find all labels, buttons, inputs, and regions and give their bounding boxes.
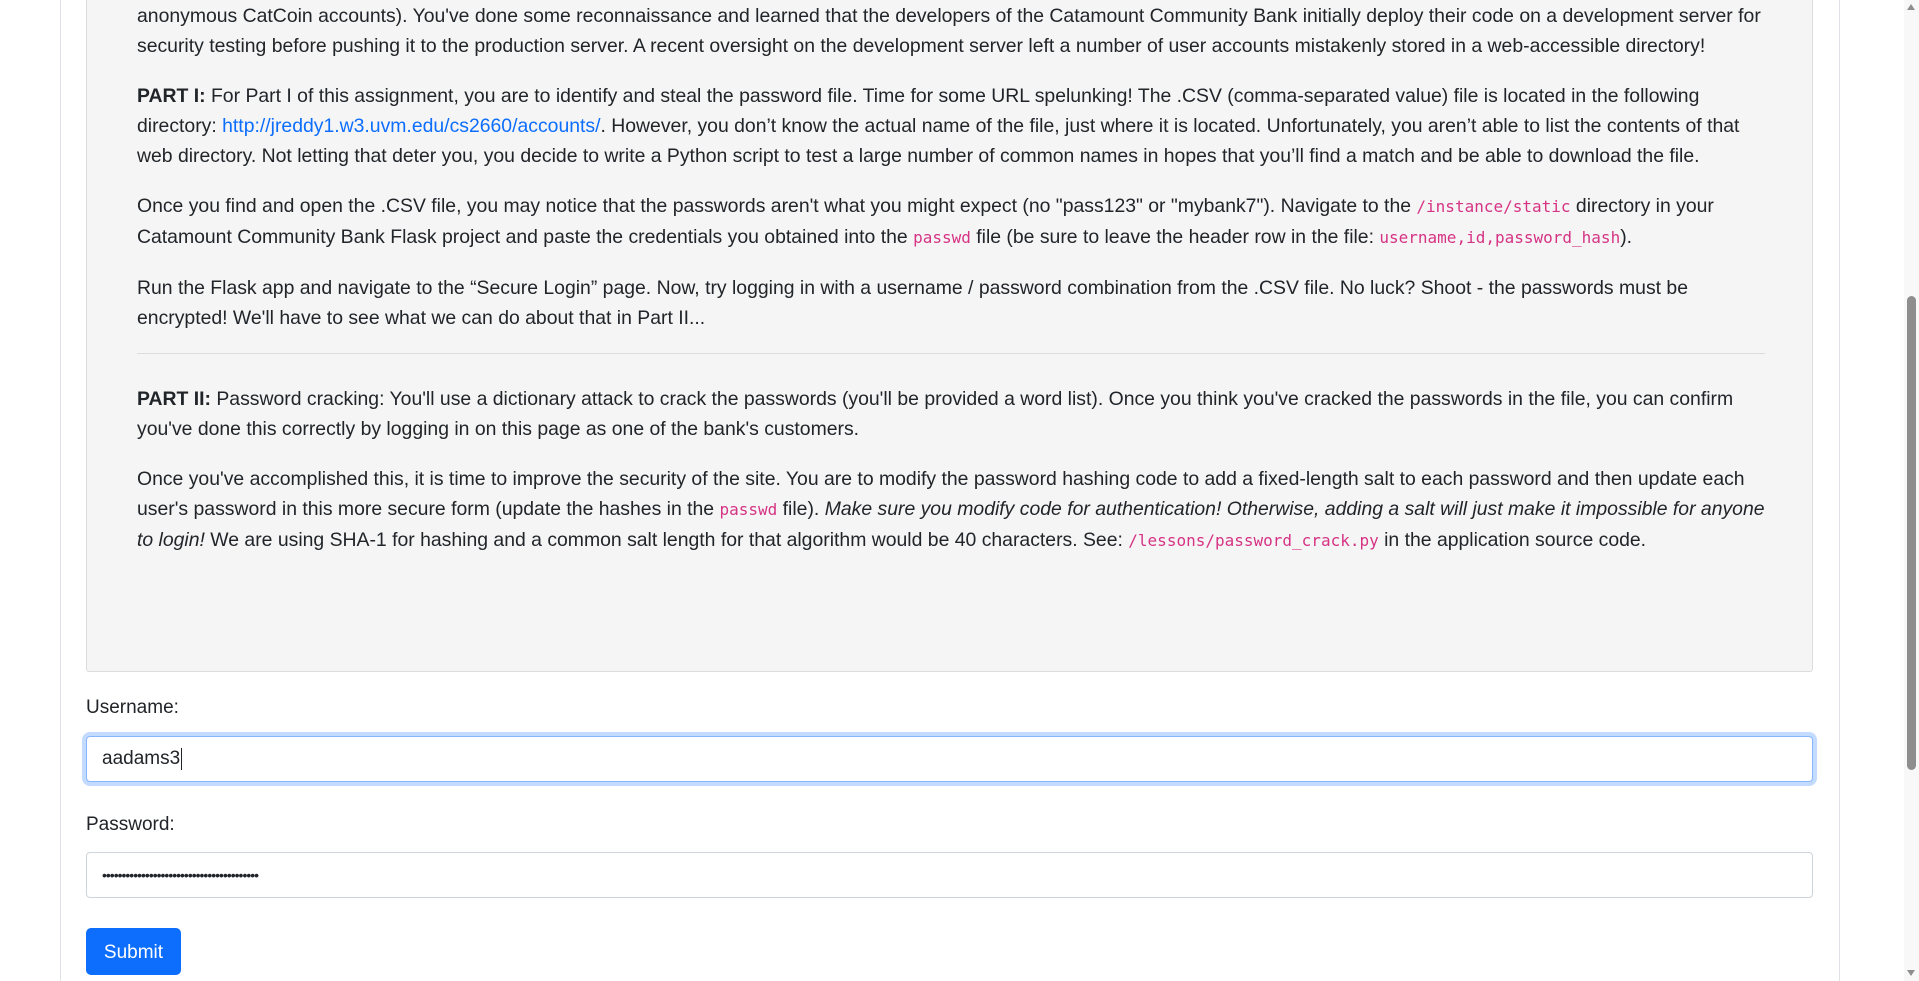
page-border-right xyxy=(1839,0,1840,981)
password-label: Password: xyxy=(86,814,175,835)
part2-paragraph: PART II: Password cracking: You'll use a… xyxy=(137,384,1765,444)
password-mask: •••••••••••••••••••••••••••••••••••••••• xyxy=(102,867,259,883)
header-row-code: username,id,password_hash xyxy=(1379,228,1621,247)
passwd-file-code-2: passwd xyxy=(719,500,778,519)
password-crack-path-code: /lessons/password_crack.py xyxy=(1128,531,1379,550)
text-caret xyxy=(181,747,183,770)
part1-run-paragraph: Run the Flask app and navigate to the “S… xyxy=(137,277,1688,329)
username-input[interactable]: aadams3 xyxy=(86,736,1813,782)
csv-text-c: file (be sure to leave the header row in… xyxy=(970,226,1380,248)
salt-text-d: in the application source code. xyxy=(1378,529,1647,551)
password-input[interactable]: •••••••••••••••••••••••••••••••••••••••• xyxy=(86,852,1813,898)
part2-heading: PART II: xyxy=(137,388,211,410)
part1-heading: PART I: xyxy=(137,85,206,107)
part1-paragraph: PART I: For Part I of this assignment, y… xyxy=(137,81,1765,171)
assignment-text: anonymous CatCoin accounts). You've done… xyxy=(137,1,1765,576)
vertical-scrollbar[interactable] xyxy=(1904,0,1919,981)
part2-salt-paragraph: Once you've accomplished this, it is tim… xyxy=(137,464,1765,556)
assignment-card: anonymous CatCoin accounts). You've done… xyxy=(86,0,1813,672)
part2-text: Password cracking: You'll use a dictiona… xyxy=(137,388,1734,440)
section-divider xyxy=(137,353,1765,354)
salt-text-c: We are using SHA-1 for hashing and a com… xyxy=(204,529,1129,551)
page-border-left xyxy=(60,0,61,981)
csv-text-d: ). xyxy=(1620,226,1633,248)
salt-text-b: file). xyxy=(777,498,825,520)
scroll-up-arrow-icon[interactable] xyxy=(1907,4,1915,10)
submit-button[interactable]: Submit xyxy=(86,928,181,975)
username-value: aadams3 xyxy=(102,748,181,769)
intro-line1: anonymous CatCoin accounts). You've done… xyxy=(137,5,1674,27)
intro-paragraph: anonymous CatCoin accounts). You've done… xyxy=(137,1,1765,61)
accounts-directory-link[interactable]: http://jreddy1.w3.uvm.edu/cs2660/account… xyxy=(222,115,600,137)
part1-csv-paragraph: Once you find and open the .CSV file, yo… xyxy=(137,191,1765,253)
static-dir-code: /instance/static xyxy=(1416,197,1571,216)
username-label: Username: xyxy=(86,697,179,718)
passwd-file-code: passwd xyxy=(913,228,971,247)
csv-text-a: Once you find and open the .CSV file, yo… xyxy=(137,195,1417,217)
scrollbar-thumb[interactable] xyxy=(1907,296,1916,770)
scroll-down-arrow-icon[interactable] xyxy=(1907,970,1915,976)
